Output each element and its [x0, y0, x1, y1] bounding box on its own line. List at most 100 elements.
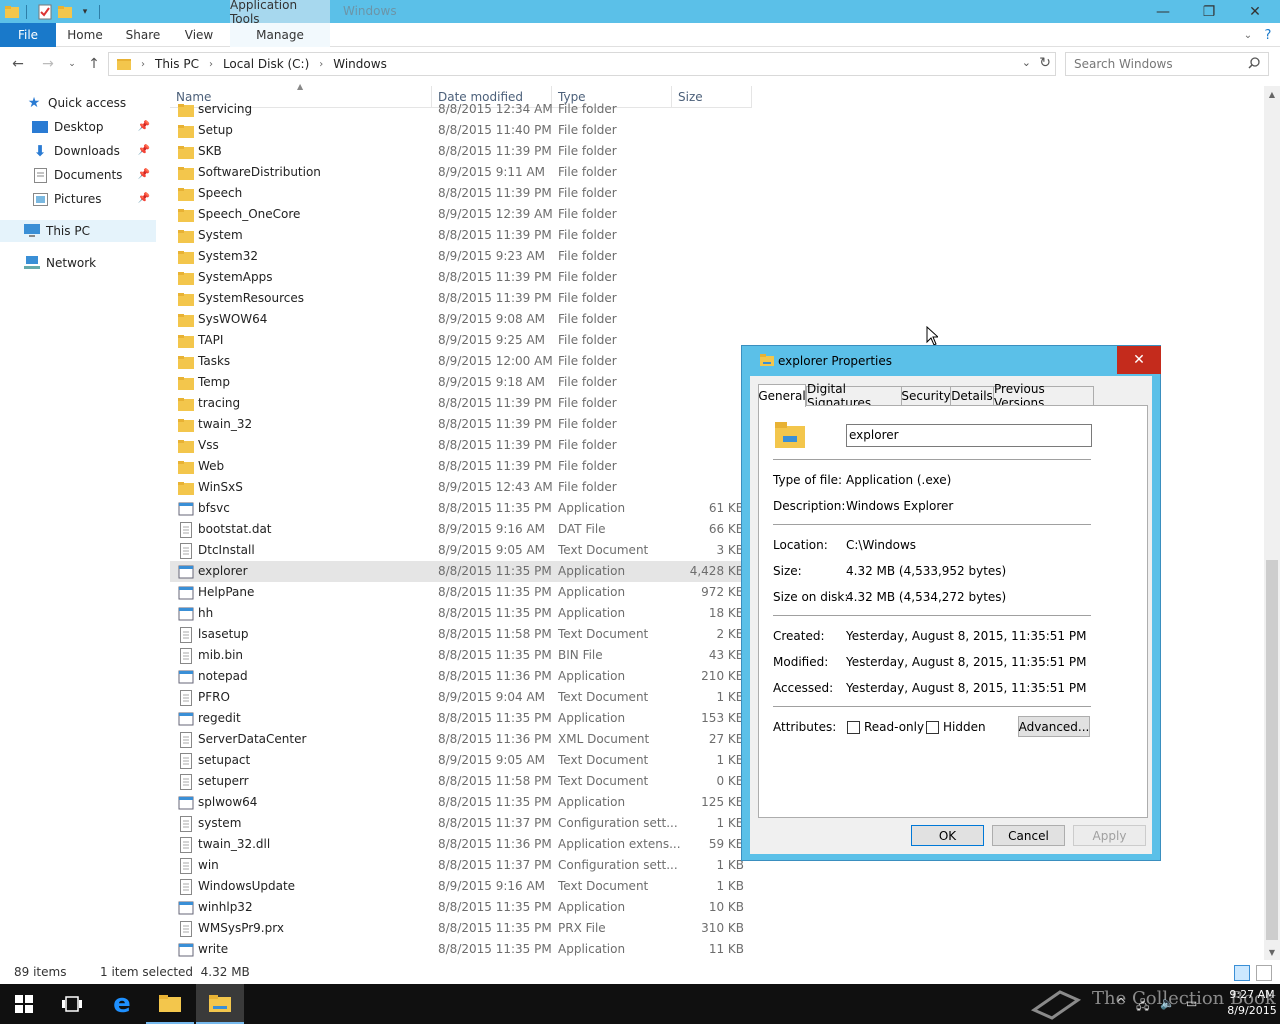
table-row[interactable]: SoftwareDistribution 8/9/2015 9:11 AM File…	[170, 162, 752, 183]
table-row[interactable]: WindowsUpdate 8/9/2015 9:16 AM Text Docume…	[170, 876, 752, 897]
nav-quick-access[interactable]: ★ Quick access	[0, 92, 156, 114]
properties-icon[interactable]	[37, 4, 53, 20]
table-row[interactable]: bfsvc 8/8/2015 11:35 PM Application 61 KB	[170, 498, 752, 519]
table-row[interactable]: SystemResources 8/8/2015 11:39 PM File fol…	[170, 288, 752, 309]
chevron-right-icon[interactable]: ›	[141, 59, 145, 70]
apply-button[interactable]: Apply	[1073, 825, 1146, 846]
table-row[interactable]: notepad 8/8/2015 11:36 PM Application 210 K…	[170, 666, 752, 687]
table-row[interactable]: hh 8/8/2015 11:35 PM Application 18 KB	[170, 603, 752, 624]
volume-icon[interactable]: 🔈	[1160, 996, 1175, 1010]
clock[interactable]: 9:27 AM 8/9/2015	[1224, 987, 1280, 1019]
table-row[interactable]: setupact 8/9/2015 9:05 AM Text Document 1 K…	[170, 750, 752, 771]
nav-downloads[interactable]: ⬇ Downloads 📌	[0, 140, 156, 162]
hidden-label[interactable]: Hidden	[943, 720, 986, 734]
up-button[interactable]: ↑	[84, 54, 104, 74]
pin-icon[interactable]: 📌	[138, 169, 150, 180]
pin-icon[interactable]: 📌	[138, 121, 150, 132]
tab-view[interactable]: View	[176, 23, 222, 47]
restore-button[interactable]: ❐	[1186, 0, 1232, 23]
table-row[interactable]: Temp 8/9/2015 9:18 AM File folder	[170, 372, 752, 393]
cancel-button[interactable]: Cancel	[992, 825, 1065, 846]
table-row[interactable]: System 8/8/2015 11:39 PM File folder	[170, 225, 752, 246]
search-input[interactable]: Search Windows	[1065, 52, 1269, 76]
table-row[interactable]: setuperr 8/8/2015 11:58 PM Text Document 0 …	[170, 771, 752, 792]
breadcrumb-local-disk[interactable]: Local Disk (C:)	[223, 57, 309, 71]
hidden-checkbox[interactable]	[926, 721, 939, 734]
table-row[interactable]: servicing 8/8/2015 12:34 AM File folder	[170, 100, 752, 120]
table-row[interactable]: bootstat.dat 8/9/2015 9:16 AM DAT File 66 K…	[170, 519, 752, 540]
table-row[interactable]: System32 8/9/2015 9:23 AM File folder	[170, 246, 752, 267]
scrollbar-thumb[interactable]	[1266, 560, 1278, 940]
readonly-label[interactable]: Read-only	[864, 720, 924, 734]
forward-button[interactable]: →	[38, 54, 58, 74]
close-button[interactable]: ✕	[1232, 0, 1278, 23]
pin-icon[interactable]: 📌	[138, 193, 150, 204]
address-dropdown-icon[interactable]: ⌄	[1022, 56, 1031, 69]
table-row[interactable]: HelpPane 8/8/2015 11:35 PM Application 972 …	[170, 582, 752, 603]
tab-general[interactable]: General	[758, 384, 806, 407]
table-row[interactable]: splwow64 8/8/2015 11:35 PM Application 125 …	[170, 792, 752, 813]
table-row[interactable]: twain_32 8/8/2015 11:39 PM File folder	[170, 414, 752, 435]
tab-file[interactable]: File	[0, 23, 56, 47]
back-button[interactable]: ←	[8, 54, 28, 74]
nav-pictures[interactable]: Pictures 📌	[0, 188, 156, 210]
new-folder-icon[interactable]	[57, 4, 73, 20]
table-row[interactable]: DtcInstall 8/9/2015 9:05 AM Text Document 3…	[170, 540, 752, 561]
tab-security[interactable]: Security	[901, 386, 951, 406]
scroll-down-icon[interactable]: ▼	[1264, 944, 1280, 960]
tab-details[interactable]: Details	[950, 386, 994, 406]
large-icons-view-button[interactable]	[1256, 965, 1272, 981]
address-bar[interactable]: › This PC › Local Disk (C:) › Windows ⌄ …	[108, 52, 1056, 76]
action-center-icon[interactable]: ▭	[1186, 996, 1197, 1010]
table-row[interactable]: PFRO 8/9/2015 9:04 AM Text Document 1 KB	[170, 687, 752, 708]
table-row[interactable]: regedit 8/8/2015 11:35 PM Application 153 K…	[170, 708, 752, 729]
table-row[interactable]: system 8/8/2015 11:37 PM Configuration set…	[170, 813, 752, 834]
minimize-button[interactable]: —	[1140, 0, 1186, 23]
start-button[interactable]	[0, 984, 48, 1024]
nav-this-pc[interactable]: This PC	[0, 220, 156, 242]
table-row[interactable]: Speech_OneCore 8/9/2015 12:39 AM File fold…	[170, 204, 752, 225]
help-button[interactable]: ?	[1258, 23, 1278, 47]
table-row[interactable]: tracing 8/8/2015 11:39 PM File folder	[170, 393, 752, 414]
table-row[interactable]: Speech 8/8/2015 11:39 PM File folder	[170, 183, 752, 204]
table-row[interactable]: Web 8/8/2015 11:39 PM File folder	[170, 456, 752, 477]
table-row[interactable]: write 8/8/2015 11:35 PM Application 11 KB	[170, 939, 752, 960]
customize-toolbar-icon[interactable]: ▾	[77, 4, 93, 20]
table-row[interactable]: explorer 8/8/2015 11:35 PM Application 4,42…	[170, 561, 752, 582]
network-tray-icon[interactable]: 🖧	[1136, 996, 1149, 1017]
tab-home[interactable]: Home	[60, 23, 110, 47]
breadcrumb-this-pc[interactable]: This PC	[155, 57, 199, 71]
nav-documents[interactable]: Documents 📌	[0, 164, 156, 186]
ok-button[interactable]: OK	[911, 825, 984, 846]
table-row[interactable]: mib.bin 8/8/2015 11:35 PM BIN File 43 KB	[170, 645, 752, 666]
table-row[interactable]: SystemApps 8/8/2015 11:39 PM File folder	[170, 267, 752, 288]
file-explorer-taskbar-button[interactable]	[146, 984, 194, 1024]
table-row[interactable]: lsasetup 8/8/2015 11:58 PM Text Document 2 …	[170, 624, 752, 645]
table-row[interactable]: win 8/8/2015 11:37 PM Configuration sett..…	[170, 855, 752, 876]
readonly-checkbox[interactable]	[847, 721, 860, 734]
dialog-close-button[interactable]: ✕	[1117, 346, 1161, 374]
tab-manage[interactable]: Manage	[230, 23, 330, 47]
vertical-scrollbar[interactable]: ▲ ▼	[1264, 86, 1280, 960]
table-row[interactable]: WinSxS 8/9/2015 12:43 AM File folder	[170, 477, 752, 498]
tab-digital-signatures[interactable]: Digital Signatures	[806, 382, 902, 410]
show-hidden-icons-icon[interactable]: ^	[1116, 996, 1126, 1010]
table-row[interactable]: winhlp32 8/8/2015 11:35 PM Application 10 K…	[170, 897, 752, 918]
table-row[interactable]: TAPI 8/9/2015 9:25 AM File folder	[170, 330, 752, 351]
table-row[interactable]: Setup 8/8/2015 11:40 PM File folder	[170, 120, 752, 141]
table-row[interactable]: Vss 8/8/2015 11:39 PM File folder	[170, 435, 752, 456]
filename-field[interactable]: explorer	[846, 424, 1092, 447]
scroll-up-icon[interactable]: ▲	[1264, 86, 1280, 102]
breadcrumb-windows[interactable]: Windows	[333, 57, 387, 71]
pin-icon[interactable]: 📌	[138, 145, 150, 156]
tab-previous-versions[interactable]: Previous Versions	[993, 382, 1094, 410]
tab-share[interactable]: Share	[118, 23, 168, 47]
table-row[interactable]: SysWOW64 8/9/2015 9:08 AM File folder	[170, 309, 752, 330]
table-row[interactable]: SKB 8/8/2015 11:39 PM File folder	[170, 141, 752, 162]
task-view-button[interactable]	[48, 984, 96, 1024]
refresh-icon[interactable]: ↻	[1039, 55, 1051, 71]
nav-desktop[interactable]: Desktop 📌	[0, 116, 156, 138]
advanced-button[interactable]: Advanced...	[1018, 716, 1090, 737]
table-row[interactable]: twain_32.dll 8/8/2015 11:36 PM Application…	[170, 834, 752, 855]
table-row[interactable]: ServerDataCenter 8/8/2015 11:36 PM XML Doc…	[170, 729, 752, 750]
